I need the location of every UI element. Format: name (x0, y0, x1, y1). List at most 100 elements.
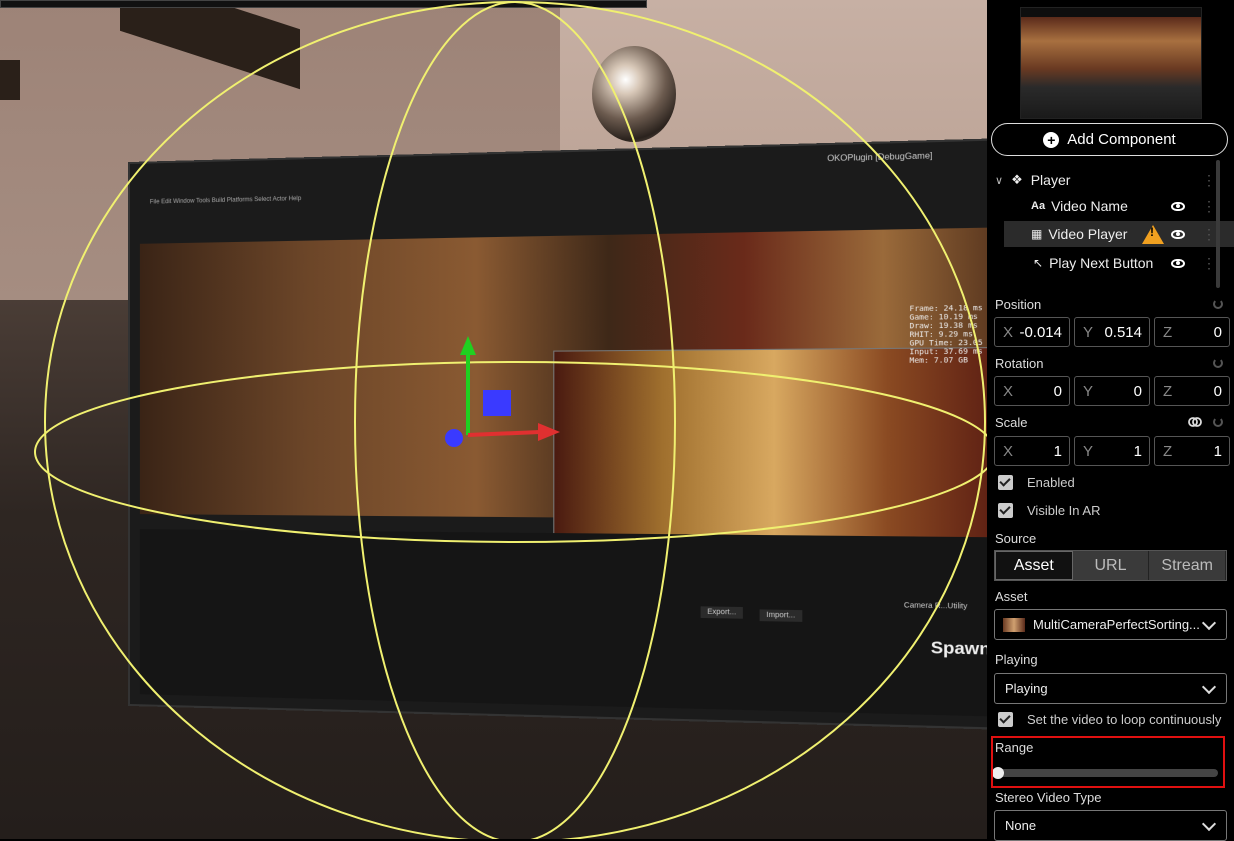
tree-label-play-next-button: Play Next Button (1049, 255, 1154, 271)
cursor-icon: ↖ (1033, 256, 1044, 270)
drag-handle-icon[interactable]: ⋮ (1202, 255, 1216, 272)
plus-icon: + (1043, 131, 1060, 148)
export-button[interactable]: Export... (700, 606, 743, 619)
axis-y-label: Y (1083, 443, 1094, 460)
tree-item-video-player[interactable]: ▦ Video Player ! ⋮ (1004, 221, 1234, 247)
position-z-field[interactable]: Z0 (1154, 317, 1230, 347)
drag-handle-icon[interactable]: ⋮ (1202, 226, 1216, 243)
text-icon: Aa (1031, 200, 1046, 212)
rotation-z-field[interactable]: Z0 (1154, 376, 1230, 406)
reset-icon[interactable] (1213, 299, 1223, 309)
reset-icon[interactable] (1213, 358, 1223, 368)
loop-checkbox[interactable] (998, 712, 1013, 727)
visible-in-ar-row[interactable]: Visible In AR (998, 503, 1100, 518)
enabled-row[interactable]: Enabled (998, 475, 1075, 490)
axis-z-label: Z (1163, 324, 1173, 341)
visible-in-ar-checkbox[interactable] (998, 503, 1013, 518)
scale-y-value: 1 (1133, 443, 1142, 460)
viewport-top-bar (0, 0, 647, 8)
asset-thumbnail (1003, 617, 1025, 632)
playing-value: Playing (1005, 681, 1048, 696)
component-icon: ❖ (1011, 172, 1023, 187)
loop-label: Set the video to loop continuously (1027, 712, 1222, 727)
eye-icon[interactable] (1171, 229, 1185, 239)
preview-thumbnail (1020, 7, 1202, 119)
rotation-x-value: 0 (1053, 383, 1062, 400)
axis-z-label: Z (1163, 383, 1173, 400)
axis-x-label: X (1003, 324, 1014, 341)
asset-label: Asset (995, 589, 1028, 604)
source-option-asset[interactable]: Asset (995, 551, 1073, 580)
rotation-x-field[interactable]: X0 (994, 376, 1070, 406)
add-component-button[interactable]: + Add Component (991, 123, 1228, 156)
position-label: Position (995, 297, 1042, 312)
link-icon[interactable] (1188, 417, 1202, 427)
range-highlight-box (991, 736, 1225, 788)
axis-x-label: X (1003, 443, 1014, 460)
loop-row[interactable]: Set the video to loop continuously (998, 712, 1221, 727)
source-label: Source (995, 531, 1037, 546)
eye-icon[interactable] (1171, 258, 1185, 268)
tree-scrollbar[interactable] (1216, 160, 1220, 288)
position-y-value: 0.514 (1104, 324, 1142, 341)
editor-menu-bar: File Edit Window Tools Build Platforms S… (149, 195, 302, 206)
playing-dropdown[interactable]: Playing (994, 673, 1227, 704)
warning-mark: ! (1150, 225, 1154, 239)
camera-preview (553, 346, 987, 545)
source-option-url[interactable]: URL (1072, 551, 1150, 580)
axis-y-label: Y (1083, 324, 1094, 341)
stereo-video-type-dropdown[interactable]: None (994, 810, 1227, 841)
tree-item-play-next-button[interactable]: ↖ Play Next Button ⋮ (987, 250, 1234, 276)
scale-x-value: 1 (1053, 443, 1062, 460)
tree-label-video-player: Video Player (1048, 226, 1128, 242)
visible-in-ar-label: Visible In AR (1027, 503, 1101, 518)
source-option-stream[interactable]: Stream (1149, 551, 1227, 580)
scale-label: Scale (995, 415, 1028, 430)
asset-dropdown[interactable]: MultiCameraPerfectSorting... (994, 609, 1227, 640)
tree-item-player[interactable]: ∨ ❖ Player ⋮ (987, 167, 1234, 193)
reset-icon[interactable] (1213, 417, 1223, 427)
rotation-y-field[interactable]: Y0 (1074, 376, 1150, 406)
chevron-down-icon (1201, 816, 1217, 832)
tree-item-video-name[interactable]: Aa Video Name ⋮ (987, 193, 1234, 219)
scale-y-field[interactable]: Y1 (1074, 436, 1150, 466)
add-component-label: Add Component (1067, 131, 1176, 148)
position-x-value: -0.014 (1019, 324, 1062, 341)
eye-icon[interactable] (1171, 201, 1185, 211)
rotation-y-value: 0 (1133, 383, 1142, 400)
enabled-checkbox[interactable] (998, 475, 1013, 490)
rotation-z-value: 0 (1213, 383, 1222, 400)
position-x-field[interactable]: X -0.014 (994, 317, 1070, 347)
stereo-video-type-value: None (1005, 818, 1037, 833)
tree-label-video-name: Video Name (1051, 198, 1128, 214)
scene-viewport[interactable]: OKOPlugin [DebugGame] File Edit Window T… (0, 0, 987, 839)
inspector-panel: + Add Component ∨ ❖ Player ⋮ Aa Video Na… (987, 0, 1234, 841)
source-segmented-control: Asset URL Stream (994, 550, 1227, 581)
rotation-fields: X0 Y0 Z0 (994, 376, 1231, 406)
scale-z-field[interactable]: Z1 (1154, 436, 1230, 466)
stereo-video-type-label: Stereo Video Type (995, 790, 1102, 805)
spawn-button[interactable]: Spawn (931, 639, 987, 660)
scale-z-value: 1 (1213, 443, 1222, 460)
reflection-sphere[interactable] (592, 46, 676, 142)
drag-handle-icon[interactable]: ⋮ (1202, 198, 1216, 215)
drag-handle-icon[interactable]: ⋮ (1202, 172, 1216, 189)
ceiling-beam (0, 60, 20, 100)
playing-label: Playing (995, 652, 1038, 667)
component-tree: ∨ ❖ Player ⋮ Aa Video Name ⋮ ▦ Video Pla… (987, 164, 1234, 288)
axis-z-label: Z (1163, 443, 1173, 460)
chevron-down-icon[interactable]: ∨ (995, 174, 1003, 187)
utility-tab[interactable]: Camera R...Utility (904, 602, 967, 611)
editor-bottom-panel (139, 529, 987, 718)
film-icon: ▦ (1031, 227, 1043, 241)
enabled-label: Enabled (1027, 475, 1075, 490)
embedded-editor-screen[interactable]: OKOPlugin [DebugGame] File Edit Window T… (130, 139, 987, 729)
tree-label-player: Player (1030, 172, 1071, 188)
import-button[interactable]: Import... (759, 609, 802, 622)
axis-y-label: Y (1083, 383, 1094, 400)
chevron-down-icon (1201, 615, 1217, 631)
asset-value: MultiCameraPerfectSorting... (1033, 617, 1200, 632)
scale-x-field[interactable]: X1 (994, 436, 1070, 466)
chevron-down-icon (1201, 679, 1217, 695)
position-y-field[interactable]: Y 0.514 (1074, 317, 1150, 347)
